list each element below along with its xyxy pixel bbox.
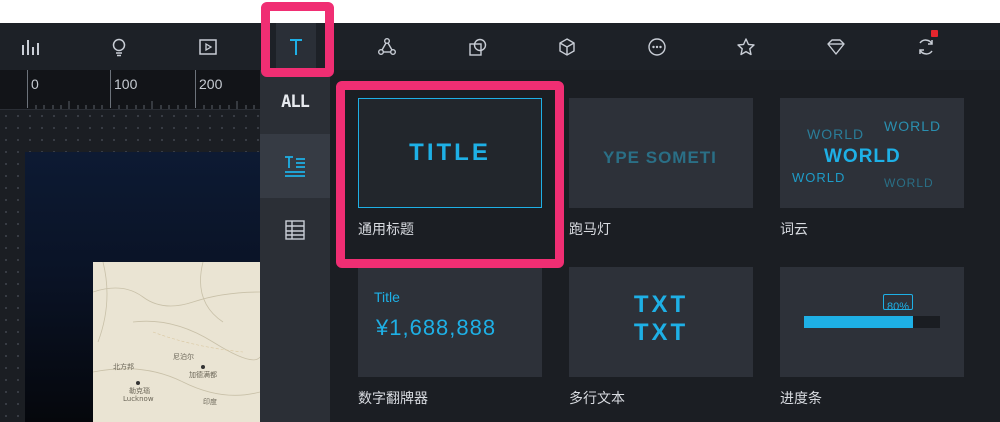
widget-flip-number-label: 数字翻牌器 xyxy=(358,391,428,407)
map-widget[interactable]: 尼泊尔 加德满都 勒克瑙 Lucknow 北方邦 印度 xyxy=(93,262,260,422)
chart-tool-button[interactable] xyxy=(10,23,50,70)
widget-wordcloud-label: 词云 xyxy=(780,222,808,238)
star-tool-button[interactable] xyxy=(726,23,766,70)
network-tool-button[interactable] xyxy=(367,23,407,70)
text-list-icon xyxy=(285,156,305,177)
bulb-icon xyxy=(112,38,126,56)
sync-icon xyxy=(919,38,933,55)
diamond-icon xyxy=(827,38,845,55)
ruler-label: 100 xyxy=(114,76,138,92)
map-label: 印度 xyxy=(203,398,217,406)
shapes-tool-button[interactable] xyxy=(458,23,498,70)
ruler-label: 200 xyxy=(199,76,223,92)
widget-wordcloud[interactable]: WORLD WORLD WORLD WORLD WORLD xyxy=(780,98,964,208)
widget-marquee-label: 跑马灯 xyxy=(569,222,611,238)
wordcloud-word: WORLD xyxy=(792,170,846,185)
widget-multiline-text-label: 多行文本 xyxy=(569,391,625,407)
map-label: 尼泊尔 xyxy=(173,353,194,361)
ruler-label: 0 xyxy=(31,76,39,92)
marquee-preview-text: YPE SOMETI xyxy=(603,148,717,167)
flip-number-title: Title xyxy=(374,289,400,305)
network-icon xyxy=(378,37,396,55)
multiline-line: TXT xyxy=(633,319,689,346)
diamond-tool-button[interactable] xyxy=(816,23,856,70)
widget-progress-label: 进度条 xyxy=(780,391,822,407)
wordcloud-word: WORLD xyxy=(824,146,901,167)
chart-icon xyxy=(22,39,39,55)
category-table[interactable] xyxy=(260,198,330,262)
cube-tool-button[interactable] xyxy=(547,23,587,70)
widget-multiline-text[interactable]: TXT TXT xyxy=(569,267,753,377)
progress-value-tooltip: 80% xyxy=(883,294,913,313)
map-label: 北方邦 xyxy=(113,363,134,371)
category-all[interactable]: ALL xyxy=(260,70,330,134)
wordcloud-word: WORLD xyxy=(807,126,865,142)
more-icon xyxy=(648,37,666,56)
widget-flip-number[interactable]: Title ¥1,688,888 xyxy=(358,267,542,377)
wordcloud-word: WORLD xyxy=(884,118,942,134)
category-all-label: ALL xyxy=(281,92,310,112)
progress-track xyxy=(804,316,940,328)
highlight-text-tool xyxy=(261,2,334,77)
sync-tool-button[interactable] xyxy=(906,23,946,70)
media-icon xyxy=(199,38,217,55)
progress-fill xyxy=(804,316,913,328)
table-icon xyxy=(285,220,305,240)
wordcloud-word: WORLD xyxy=(884,176,934,190)
highlight-general-title-card xyxy=(336,81,564,268)
shapes-icon xyxy=(469,38,487,56)
multiline-line: TXT xyxy=(633,291,689,318)
component-toolbar xyxy=(0,23,1000,70)
category-text[interactable] xyxy=(260,134,330,198)
more-tool-button[interactable] xyxy=(637,23,677,70)
map-label: 加德满都 xyxy=(189,371,217,379)
widget-marquee[interactable]: YPE SOMETI xyxy=(569,98,753,208)
widget-progress[interactable]: 80% xyxy=(780,267,964,377)
flip-number-value: ¥1,688,888 xyxy=(376,315,497,340)
map-label: Lucknow xyxy=(123,395,154,403)
component-category-sidebar: ALL xyxy=(260,70,330,422)
media-tool-button[interactable] xyxy=(188,23,228,70)
editor-canvas[interactable]: 尼泊尔 加德满都 勒克瑙 Lucknow 北方邦 印度 xyxy=(0,110,260,422)
notification-badge xyxy=(931,30,938,37)
progress-value-text: 80% xyxy=(886,301,910,313)
bulb-tool-button[interactable] xyxy=(99,23,139,70)
star-icon xyxy=(737,37,755,55)
horizontal-ruler: 0 100 200 xyxy=(0,70,260,110)
cube-icon xyxy=(559,37,575,56)
